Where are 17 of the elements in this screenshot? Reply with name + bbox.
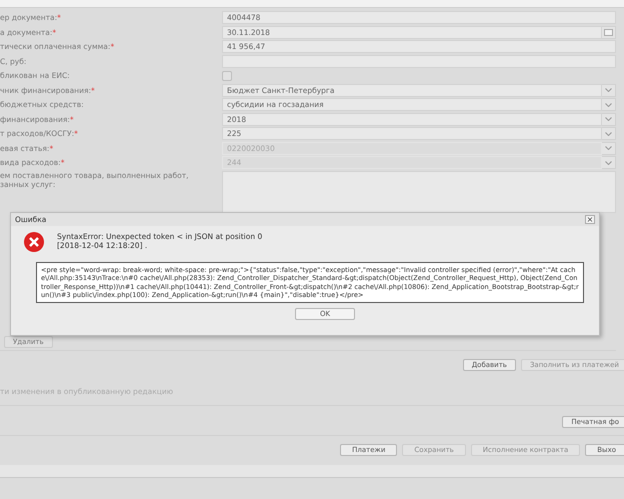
close-button[interactable]: × xyxy=(585,215,595,224)
dropdown-button[interactable] xyxy=(602,98,616,111)
text-area[interactable] xyxy=(222,170,616,212)
calendar-button[interactable] xyxy=(602,26,616,38)
chevron-down-icon xyxy=(605,146,612,150)
chevron-down-icon xyxy=(605,132,612,136)
dropdown-button[interactable] xyxy=(602,156,616,169)
chevron-down-icon xyxy=(605,117,612,121)
chevron-down-icon xyxy=(605,88,612,92)
chevron-down-icon xyxy=(605,102,612,106)
dropdown-button[interactable] xyxy=(602,84,616,96)
dropdown-button[interactable] xyxy=(602,112,616,126)
calendar-icon xyxy=(604,28,613,36)
chevron-down-icon xyxy=(605,160,612,164)
dropdown-button[interactable] xyxy=(602,127,616,140)
error-icon xyxy=(23,231,45,253)
dropdown-button[interactable] xyxy=(602,142,616,154)
